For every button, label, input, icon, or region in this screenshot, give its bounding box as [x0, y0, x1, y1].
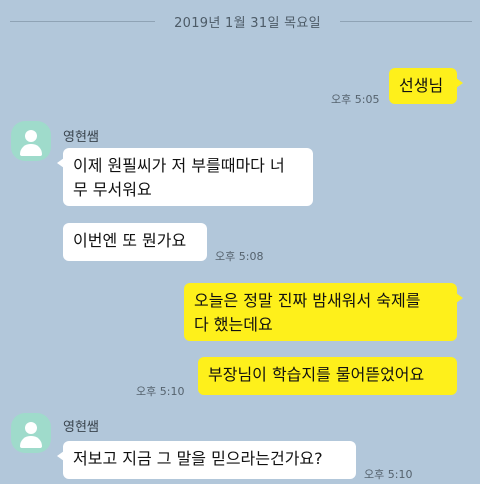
default-profile-icon-head: [25, 422, 37, 434]
message-text: 저보고 지금 그 말을 믿으라는건가요?: [73, 449, 323, 468]
my-message-bubble[interactable]: 부장님이 학습지를 물어뜯었어요: [198, 357, 457, 395]
chat-area: 2019년 1월 31일 목요일 오후 5:05 선생님 영현쌤 이제 원필씨가…: [0, 0, 480, 484]
message-text-line: 다 했는데요: [194, 315, 273, 334]
other-message-bubble[interactable]: 저보고 지금 그 말을 믿으라는건가요?: [57, 441, 356, 479]
date-divider-label: 2019년 1월 31일 목요일: [174, 16, 321, 31]
message-time: 오후 5:10: [136, 385, 185, 398]
message-time: 오후 5:10: [364, 468, 413, 481]
sender-name: 영현쌤: [63, 420, 99, 435]
message-text-line: 무 무서워요: [73, 180, 152, 199]
date-divider-line-right: [340, 21, 472, 22]
message-text: 이번엔 또 뭔가요: [73, 231, 187, 250]
message-text-line: 오늘은 정말 진짜 밤새워서 숙제를: [194, 291, 421, 310]
message-text-line: 이제 원필씨가 저 부를때마다 너: [73, 156, 285, 175]
date-divider-line-left: [10, 21, 155, 22]
message-time: 오후 5:08: [215, 250, 264, 263]
other-message-bubble[interactable]: 이번엔 또 뭔가요: [63, 223, 207, 261]
message-text: 부장님이 학습지를 물어뜯었어요: [208, 365, 425, 384]
default-profile-icon-body: [20, 144, 42, 156]
other-message-bubble[interactable]: 이제 원필씨가 저 부를때마다 너 무 무서워요: [57, 148, 313, 206]
my-message-bubble[interactable]: 오늘은 정말 진짜 밤새워서 숙제를 다 했는데요: [184, 283, 463, 341]
message-time: 오후 5:05: [331, 93, 380, 106]
message-text: 선생님: [399, 76, 444, 95]
profile-avatar[interactable]: [11, 413, 51, 453]
default-profile-icon-body: [20, 436, 42, 448]
default-profile-icon-head: [25, 130, 37, 142]
sender-name: 영현쌤: [63, 130, 99, 145]
my-message-bubble[interactable]: 선생님: [389, 68, 463, 104]
date-divider: 2019년 1월 31일 목요일: [0, 8, 480, 34]
profile-avatar[interactable]: [11, 121, 51, 161]
